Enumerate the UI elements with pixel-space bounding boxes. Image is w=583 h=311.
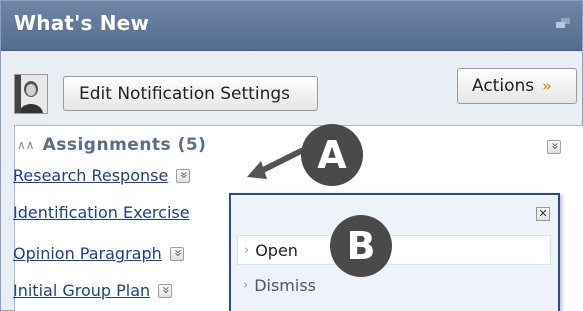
- list-item: Initial Group Plan: [13, 281, 173, 300]
- item-link[interactable]: Initial Group Plan: [13, 281, 150, 300]
- module-header: What's New: [1, 1, 582, 51]
- edit-notification-settings-label: Edit Notification Settings: [79, 83, 290, 104]
- close-icon[interactable]: ✕: [536, 207, 550, 221]
- actions-label: Actions: [472, 76, 535, 96]
- item-link[interactable]: Identification Exercise: [13, 203, 190, 222]
- avatar: [14, 74, 48, 114]
- list-item: Research Response: [13, 166, 191, 185]
- edit-notification-settings-button[interactable]: Edit Notification Settings: [63, 76, 318, 111]
- pointer-arrow-icon: [247, 148, 304, 179]
- callout-b: B: [330, 215, 392, 277]
- section-menu-icon[interactable]: [547, 139, 561, 154]
- section-header[interactable]: ∧∧ Assignments (5): [17, 135, 206, 155]
- actions-button[interactable]: Actions »: [457, 68, 577, 104]
- chevron-down-icon: »: [542, 77, 552, 95]
- item-link[interactable]: Opinion Paragraph: [13, 244, 162, 263]
- item-context-menu: ✕ › Open › Dismiss: [229, 193, 560, 311]
- item-menu-icon[interactable]: [169, 246, 184, 261]
- restore-window-icon[interactable]: [556, 18, 570, 28]
- chevron-right-icon: ›: [244, 242, 250, 258]
- chevron-right-icon: ›: [243, 277, 249, 293]
- item-menu-icon[interactable]: [158, 283, 173, 298]
- list-item: Identification Exercise: [13, 203, 190, 222]
- menu-item-open[interactable]: › Open: [237, 235, 551, 265]
- item-menu-icon[interactable]: [176, 168, 191, 183]
- menu-item-label: Dismiss: [254, 275, 317, 295]
- menu-item-label: Open: [255, 240, 298, 260]
- menu-item-dismiss[interactable]: › Dismiss: [237, 270, 551, 300]
- item-link[interactable]: Research Response: [13, 166, 168, 185]
- callout-a: A: [301, 124, 363, 186]
- list-item: Opinion Paragraph: [13, 244, 184, 263]
- collapse-icon[interactable]: ∧∧: [17, 138, 35, 152]
- module-title: What's New: [14, 11, 150, 35]
- section-title: Assignments (5): [42, 135, 207, 155]
